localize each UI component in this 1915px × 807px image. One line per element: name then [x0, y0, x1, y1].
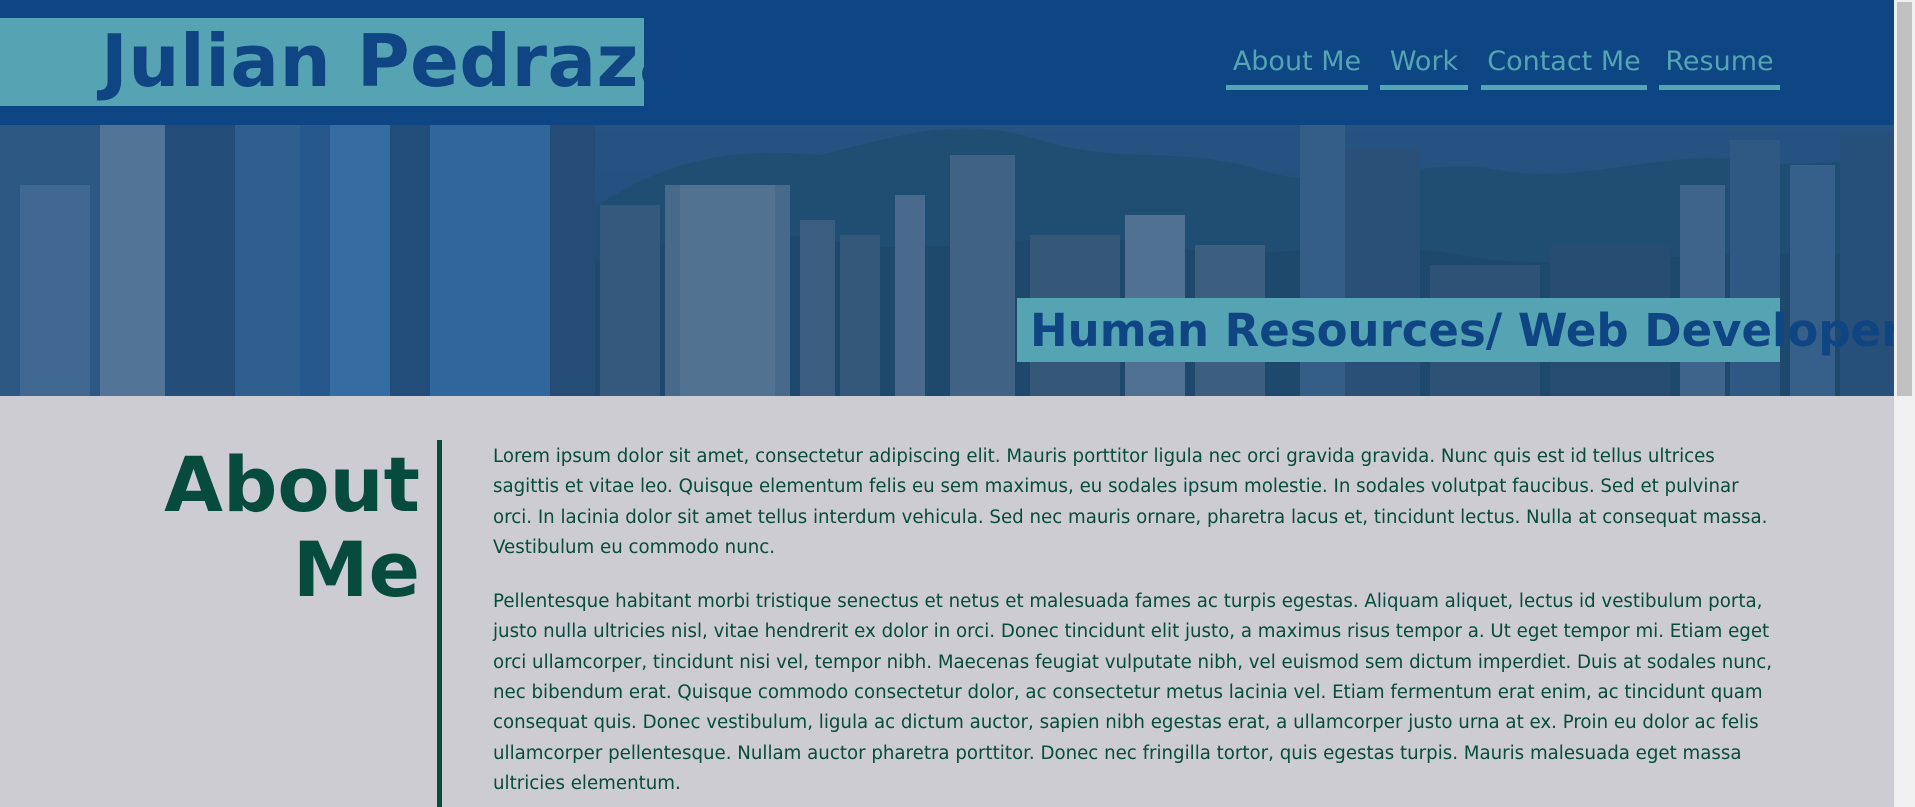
nav-contact-me[interactable]: Contact Me [1481, 44, 1647, 90]
section-divider [437, 440, 442, 807]
about-paragraph: Pellentesque habitant morbi tristique se… [493, 591, 1773, 794]
nav-resume[interactable]: Resume [1659, 44, 1780, 90]
nav-work[interactable]: Work [1380, 44, 1468, 90]
main-nav: About Me Work Contact Me Resume [0, 44, 1894, 90]
tagline: Human Resources/ Web Developer [1030, 304, 1894, 357]
site-header: Julian Pedraza About Me Work Contact Me … [0, 0, 1894, 125]
about-section: About Me Lorem ipsum dolor sit amet, con… [0, 396, 1894, 807]
vertical-scrollbar[interactable] [1894, 0, 1915, 807]
about-paragraph: Lorem ipsum dolor sit amet, consectetur … [493, 446, 1768, 558]
about-text: Lorem ipsum dolor sit amet, consectetur … [493, 442, 1783, 807]
about-heading: About Me [164, 440, 420, 614]
hero-banner: Human Resources/ Web Developer [0, 125, 1894, 396]
tagline-box: Human Resources/ Web Developer [1017, 298, 1894, 362]
nav-about-me[interactable]: About Me [1226, 44, 1368, 90]
page: Julian Pedraza About Me Work Contact Me … [0, 0, 1915, 807]
scrollbar-thumb[interactable] [1897, 2, 1912, 396]
